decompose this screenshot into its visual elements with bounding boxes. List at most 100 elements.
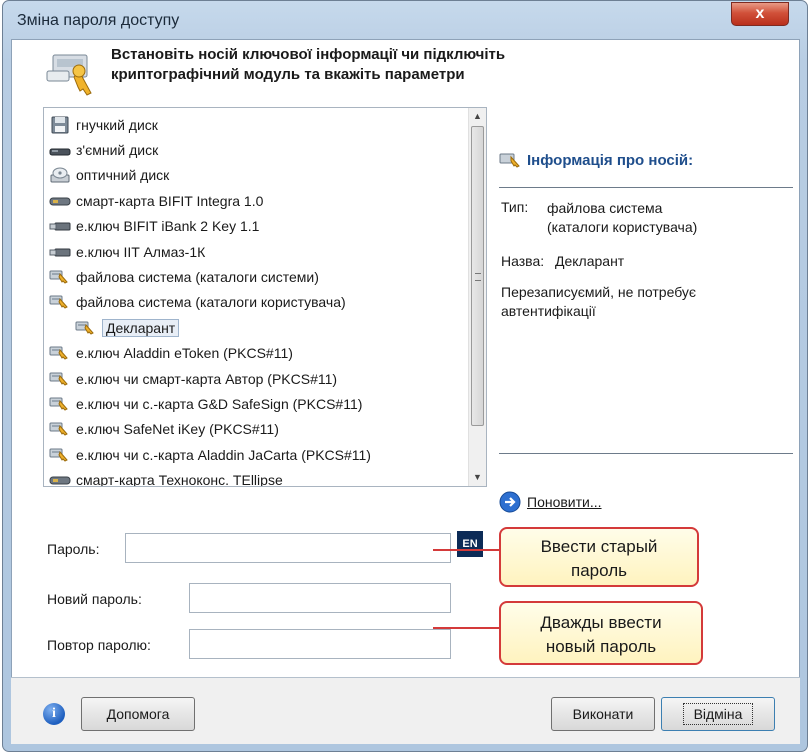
type-value-line-1: файлова система (547, 200, 663, 216)
key-icon (48, 293, 72, 311)
instruction-text: Встановіть носій ключової інформації чи … (111, 45, 505, 85)
new-callout-line-1: Дважды ввести (540, 613, 662, 632)
language-indicator: EN (457, 531, 483, 557)
type-value: файлова система (каталоги користувача) (547, 199, 697, 237)
info-icon: i (43, 703, 65, 725)
list-item[interactable]: е.ключ Aladdin eToken (PKCS#11) (48, 341, 293, 366)
type-value-line-2: (каталоги користувача) (547, 219, 698, 235)
name-value: Декларант (555, 253, 625, 269)
password-label: Пароль: (47, 541, 100, 557)
key-icon (48, 446, 72, 464)
help-button[interactable]: Допомога (81, 697, 195, 731)
old-password-callout: Ввести старый пароль (499, 527, 699, 587)
name-label: Назва: (501, 253, 545, 269)
list-item[interactable]: е.ключ BIFIT iBank 2 Key 1.1 (48, 214, 259, 239)
instruction-line-2: криптографічний модуль та вкажіть параме… (111, 66, 465, 83)
list-item[interactable]: е.ключ SafeNet iKey (PKCS#11) (48, 417, 279, 442)
refresh-arrow-icon (499, 491, 521, 513)
usb-key-icon (48, 217, 72, 235)
key-icon (48, 420, 72, 438)
refresh-label: Поновити... (527, 494, 602, 510)
smartcard-icon (48, 192, 72, 210)
list-item-label: смарт-карта Техноконс. TEllipse (76, 472, 283, 487)
instruction-line-1: Встановіть носій ключової інформації чи … (111, 46, 506, 63)
key-icon (48, 268, 72, 286)
window-title: Зміна пароля доступу (17, 12, 180, 29)
old-callout-line-2: пароль (571, 561, 627, 580)
grip-icon (475, 273, 481, 281)
removable-disk-icon (48, 141, 72, 159)
list-item-label: е.ключ IIT Алмаз-1К (76, 243, 206, 260)
list-item[interactable]: оптичний диск (48, 163, 169, 188)
media-note: Перезаписуємий, не потребує автентифікац… (501, 283, 696, 321)
media-note-line-1: Перезаписуємий, не потребує (501, 284, 697, 300)
scroll-up-icon[interactable]: ▲ (469, 108, 486, 125)
list-item[interactable]: е.ключ чи с.-карта Aladdin JaCarta (PKCS… (48, 442, 371, 467)
scroll-thumb[interactable] (471, 126, 484, 426)
info-title: Інформація про носій: (499, 151, 693, 169)
new-password-input[interactable] (189, 583, 451, 613)
key-icon (499, 153, 520, 168)
title-bar[interactable]: Зміна пароля доступу x (3, 1, 807, 39)
list-item[interactable]: файлова система (каталоги системи) (48, 264, 319, 289)
list-item[interactable]: е.ключ чи смарт-карта Автор (PKCS#11) (48, 366, 337, 391)
cancel-button-label: Відміна (682, 703, 754, 725)
new-callout-line-2: новый пароль (545, 637, 657, 656)
list-scrollbar[interactable]: ▲ ▼ (468, 108, 486, 486)
scroll-down-icon[interactable]: ▼ (469, 469, 486, 486)
list-item[interactable]: е.ключ чи с.-карта G&D SafeSign (PKCS#11… (48, 391, 362, 416)
password-input[interactable] (125, 533, 451, 563)
execute-button[interactable]: Виконати (551, 697, 655, 731)
key-icon (48, 370, 72, 388)
list-item-label: е.ключ SafeNet iKey (PKCS#11) (76, 421, 279, 438)
optical-disk-icon (48, 166, 72, 184)
media-note-line-2: автентифікації (501, 303, 596, 319)
list-item-label: е.ключ Aladdin eToken (PKCS#11) (76, 345, 293, 362)
type-label: Тип: (501, 199, 529, 215)
list-item[interactable]: гнучкий диск (48, 112, 158, 137)
old-password-pointer (433, 549, 499, 551)
list-item-label: е.ключ чи с.-карта Aladdin JaCarta (PKCS… (76, 446, 371, 463)
media-list[interactable]: смарт-карта Техноконс. TEllipse е.ключ чи… (43, 107, 487, 487)
info-title-text: Інформація про носій: (527, 151, 694, 169)
execute-button-label: Виконати (572, 706, 634, 722)
smartcard-icon (48, 471, 72, 486)
close-button[interactable]: x (731, 2, 789, 26)
list-item-label: е.ключ BIFIT iBank 2 Key 1.1 (76, 218, 260, 235)
list-item-label: смарт-карта BIFIT Integra 1.0 (76, 192, 264, 209)
list-item[interactable]: смарт-карта Техноконс. TEllipse (48, 468, 283, 487)
usb-key-icon (48, 243, 72, 261)
list-item-label: е.ключ чи смарт-карта Автор (PKCS#11) (76, 370, 338, 387)
media-info-panel: Інформація про носій: Тип: файлова систе… (495, 107, 797, 513)
list-item-label: гнучкий диск (76, 116, 158, 133)
list-item-label: з'ємний диск (76, 141, 159, 158)
old-callout-line-1: Ввести старый (540, 537, 658, 556)
key-icon (74, 319, 98, 337)
info-separator-top (499, 187, 793, 188)
list-item-label: файлова система (каталоги користувача) (76, 294, 346, 311)
new-password-pointer (433, 627, 499, 629)
floppy-icon (48, 116, 72, 134)
list-item-label: е.ключ чи с.-карта G&D SafeSign (PKCS#11… (76, 395, 363, 412)
list-item[interactable]: Декларант (74, 315, 180, 340)
repeat-password-input[interactable] (189, 629, 451, 659)
key-icon (46, 54, 92, 96)
new-password-label: Новий пароль: (47, 591, 142, 607)
refresh-link[interactable]: Поновити... (499, 491, 602, 513)
list-item[interactable]: е.ключ IIT Алмаз-1К (48, 239, 205, 264)
dialog-window: Зміна пароля доступу x Встановіть носій … (2, 0, 808, 752)
cancel-button[interactable]: Відміна (661, 697, 775, 731)
info-separator-bottom (499, 453, 793, 454)
close-icon: x (755, 5, 765, 22)
new-password-callout: Дважды ввести новый пароль (499, 601, 703, 665)
help-button-label: Допомога (106, 706, 170, 722)
repeat-password-label: Повтор паролю: (47, 637, 151, 653)
list-item[interactable]: файлова система (каталоги користувача) (48, 290, 346, 315)
list-item[interactable]: смарт-карта BIFIT Integra 1.0 (48, 188, 263, 213)
list-item[interactable]: з'ємний диск (48, 137, 158, 162)
key-icon (48, 395, 72, 413)
list-item-label: файлова система (каталоги системи) (76, 268, 319, 285)
list-item-label: оптичний диск (76, 167, 170, 184)
list-item-label: Декларант (102, 318, 180, 337)
key-icon (48, 344, 72, 362)
